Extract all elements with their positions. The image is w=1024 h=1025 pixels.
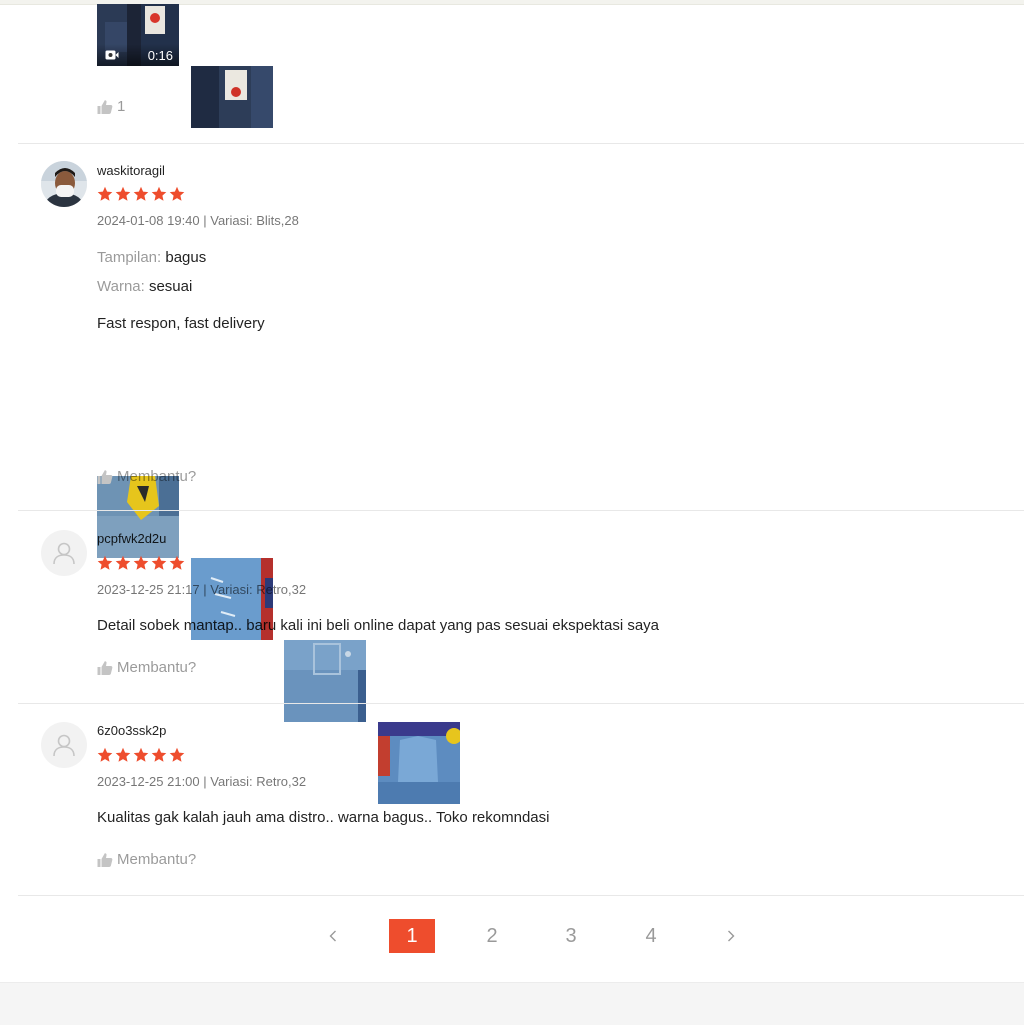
thumb-up-icon bbox=[97, 660, 113, 676]
attribute-value: bagus bbox=[165, 249, 207, 266]
user-photo-image bbox=[41, 161, 87, 207]
review-attribute-row: Tampilan: bagus bbox=[97, 249, 206, 266]
pagination-prev-button[interactable] bbox=[318, 919, 348, 953]
rating-stars bbox=[97, 555, 185, 571]
attribute-value: sesuai bbox=[148, 278, 193, 295]
review-photo-thumbnail[interactable] bbox=[378, 722, 460, 804]
review-divider bbox=[18, 143, 1024, 144]
default-user-icon bbox=[53, 542, 75, 565]
star-icon bbox=[169, 747, 185, 763]
avatar[interactable] bbox=[41, 722, 87, 768]
star-icon bbox=[133, 555, 149, 571]
attribute-key: Tampilan: bbox=[97, 249, 162, 266]
chevron-left-icon bbox=[329, 930, 336, 942]
thumb-up-icon bbox=[97, 469, 113, 485]
helpful-button[interactable]: 1 bbox=[97, 98, 125, 115]
attribute-key: Warna: bbox=[97, 278, 145, 295]
pagination-page-2[interactable]: 2 bbox=[469, 919, 515, 953]
pagination-page-4[interactable]: 4 bbox=[628, 919, 674, 953]
review-divider bbox=[18, 895, 1024, 896]
review-divider bbox=[18, 703, 1024, 704]
video-duration: 0:16 bbox=[147, 47, 173, 63]
review-photo-image bbox=[191, 66, 273, 128]
pagination-page-1[interactable]: 1 bbox=[389, 919, 435, 953]
thumb-up-icon bbox=[97, 852, 113, 868]
video-camera-icon bbox=[105, 50, 119, 60]
review-divider bbox=[18, 510, 1024, 511]
review-username[interactable]: waskitoragil bbox=[97, 163, 165, 178]
helpful-button[interactable]: Membantu? bbox=[97, 468, 196, 485]
review-username[interactable]: pcpfwk2d2u bbox=[97, 531, 166, 546]
star-icon bbox=[169, 186, 185, 202]
review-meta: 2023-12-25 21:17 | Variasi: Retro,32 bbox=[97, 582, 307, 597]
helpful-label: Membantu? bbox=[117, 851, 197, 868]
pagination-page-3[interactable]: 3 bbox=[548, 919, 594, 953]
rating-stars bbox=[97, 747, 185, 763]
review-comment: Detail sobek mantap.. baru kali ini beli… bbox=[97, 617, 660, 634]
review-photo-image bbox=[378, 722, 460, 804]
star-icon bbox=[97, 555, 113, 571]
review-meta: 2024-01-08 19:40 | Variasi: Blits,28 bbox=[97, 213, 299, 228]
star-icon bbox=[97, 747, 113, 763]
review-photo-thumbnail[interactable] bbox=[284, 640, 366, 722]
avatar[interactable] bbox=[41, 161, 87, 207]
helpful-label: Membantu? bbox=[117, 659, 197, 676]
review-video-thumbnail[interactable]: 0:16 bbox=[97, 4, 179, 66]
star-icon bbox=[169, 555, 185, 571]
review-comment: Fast respon, fast delivery bbox=[97, 315, 265, 332]
star-icon bbox=[133, 747, 149, 763]
star-icon bbox=[115, 747, 131, 763]
pagination-next-button[interactable] bbox=[716, 919, 746, 953]
helpful-button[interactable]: Membantu? bbox=[97, 851, 196, 868]
rating-stars bbox=[97, 186, 185, 202]
review-photo-image bbox=[284, 640, 366, 722]
star-icon bbox=[115, 186, 131, 202]
review-comment: Kualitas gak kalah jauh ama distro.. war… bbox=[97, 809, 550, 826]
review-attribute-row: Warna: sesuai bbox=[97, 278, 192, 295]
avatar[interactable] bbox=[41, 530, 87, 576]
review-username[interactable]: 6z0o3ssk2p bbox=[97, 723, 166, 738]
review-meta: 2023-12-25 21:00 | Variasi: Retro,32 bbox=[97, 774, 307, 789]
star-icon bbox=[133, 186, 149, 202]
star-icon bbox=[151, 555, 167, 571]
helpful-button[interactable]: Membantu? bbox=[97, 659, 196, 676]
chevron-right-icon bbox=[728, 930, 735, 942]
video-duration-badge: 0:16 bbox=[97, 44, 179, 66]
review-photo-thumbnail[interactable] bbox=[191, 66, 273, 128]
default-user-icon bbox=[53, 734, 75, 757]
star-icon bbox=[115, 555, 131, 571]
helpful-label: Membantu? bbox=[117, 468, 197, 485]
star-icon bbox=[151, 747, 167, 763]
page-footer bbox=[0, 982, 1024, 1025]
star-icon bbox=[151, 186, 167, 202]
thumb-up-icon bbox=[97, 99, 113, 115]
helpful-count: 1 bbox=[117, 98, 126, 115]
star-icon bbox=[97, 186, 113, 202]
